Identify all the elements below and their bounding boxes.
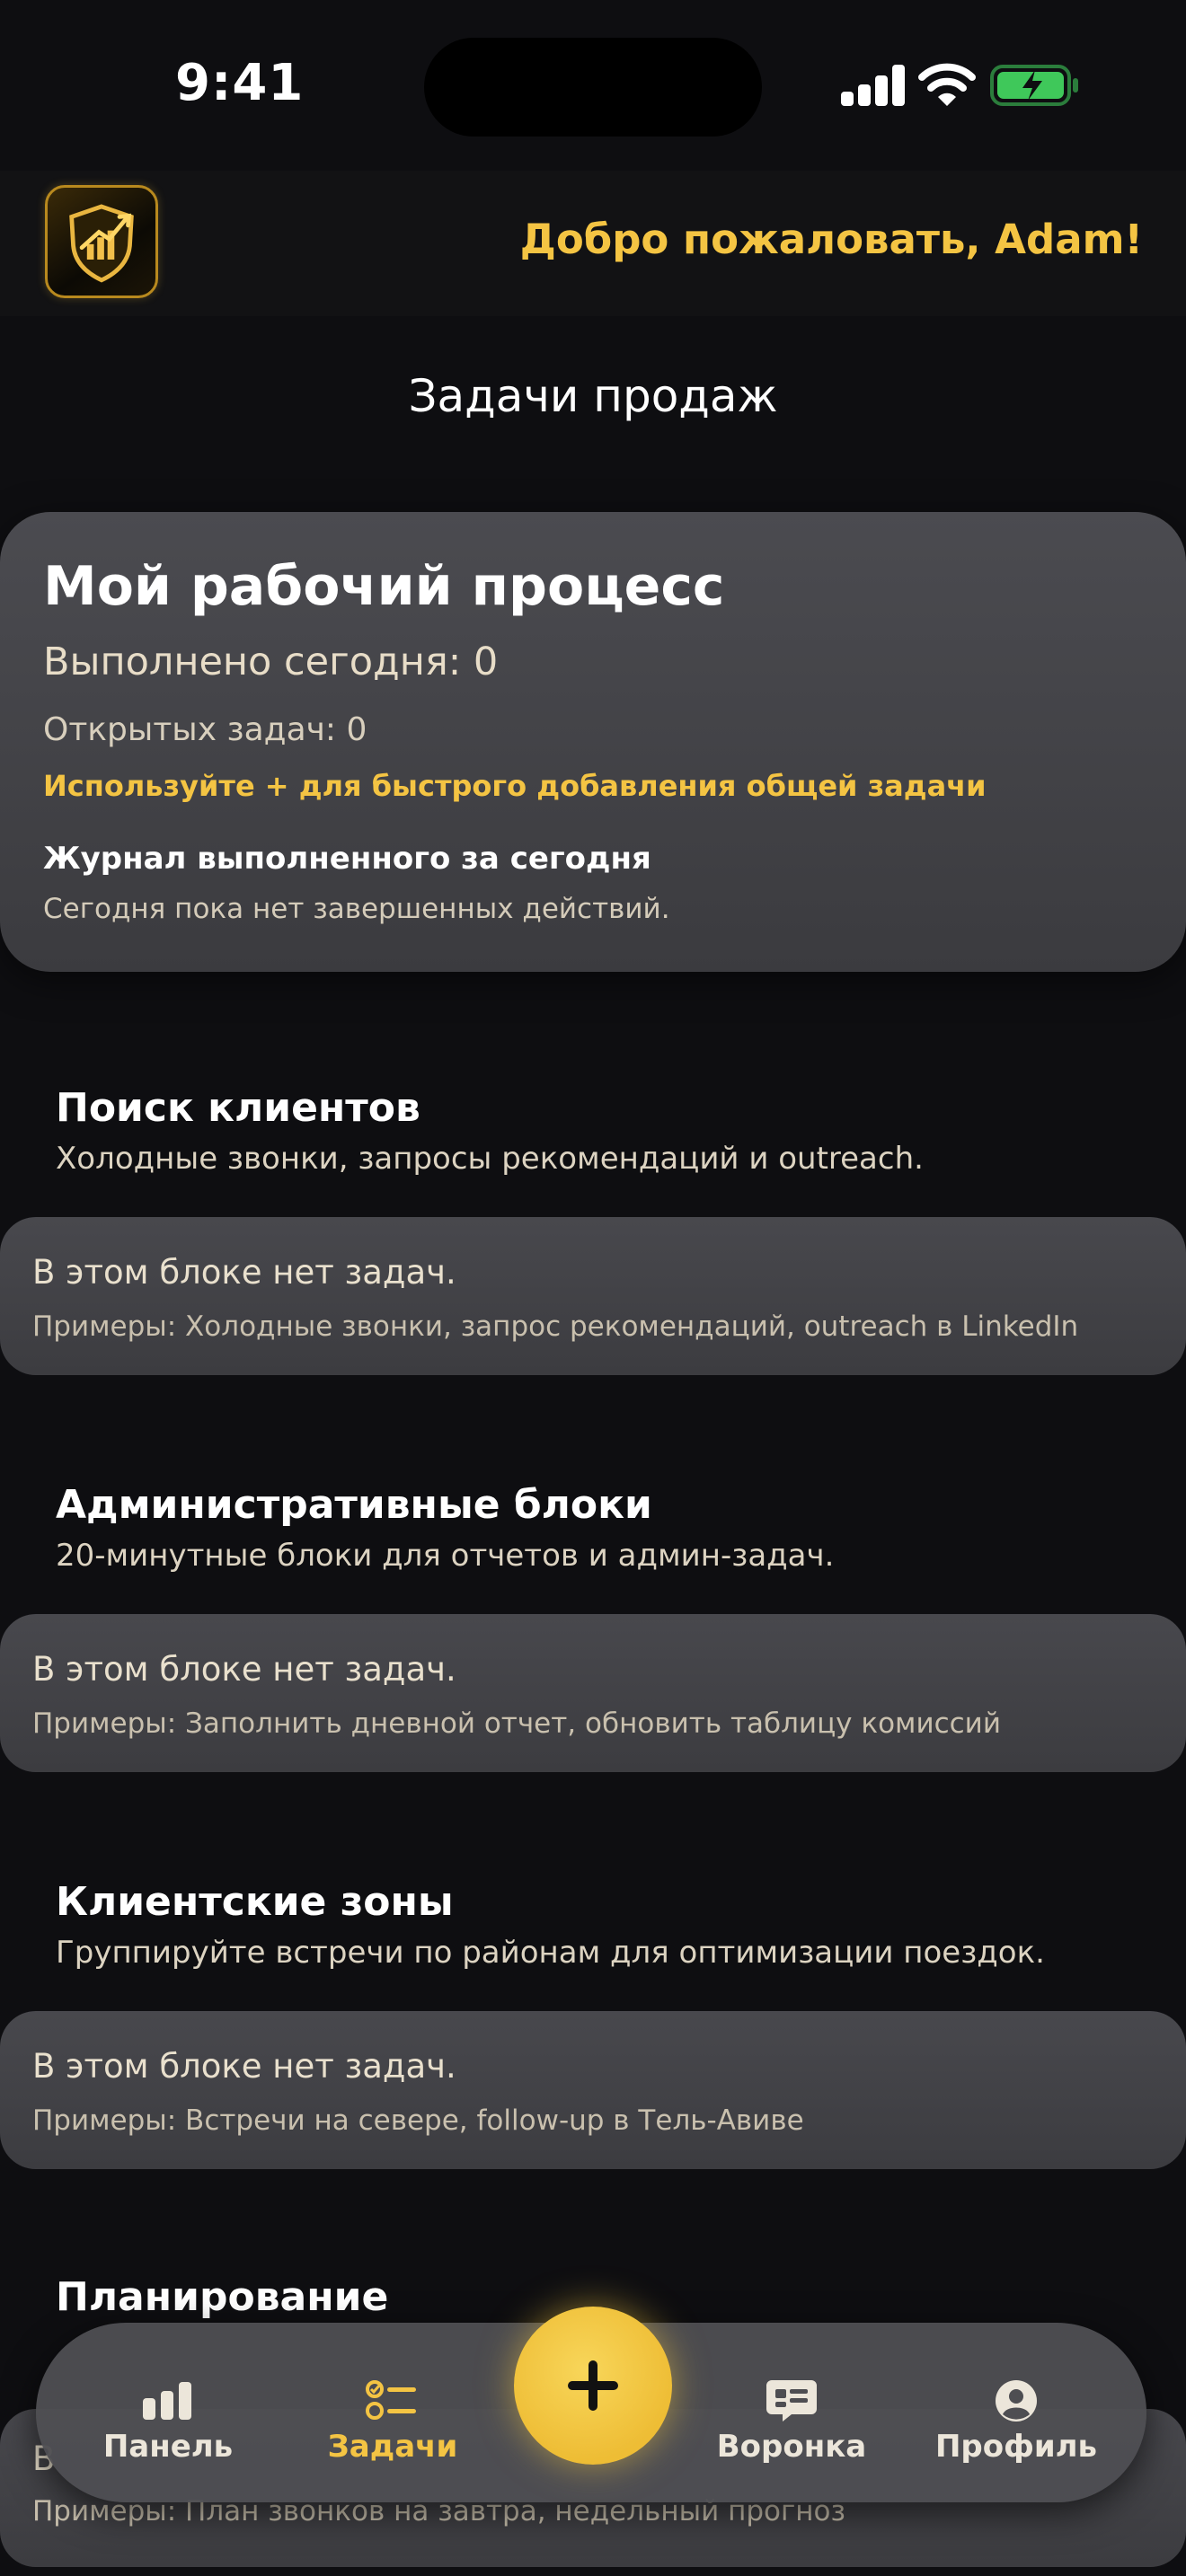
daily-log-empty: Сегодня пока нет завершенных действий.: [43, 893, 670, 925]
shield-growth-icon: [69, 204, 134, 283]
tab-label: Воронка: [716, 2429, 867, 2465]
workflow-card: Мой рабочий процесс Выполнено сегодня: 0…: [0, 512, 1186, 972]
section-description: 20-минутные блоки для отчетов и админ-за…: [56, 1538, 835, 1574]
app-header: Добро пожаловать, Adam!: [0, 171, 1186, 316]
add-task-button[interactable]: [514, 2307, 672, 2465]
empty-block-title: В этом блоке нет задач.: [32, 1650, 456, 1689]
app-screen: 9:41 Добро пожаловать, Adam! Задачи прод…: [0, 0, 1186, 2576]
workflow-title: Мой рабочий процесс: [43, 555, 725, 618]
empty-block-examples: Примеры: Холодные звонки, запрос рекомен…: [32, 1310, 1079, 1343]
empty-block-title: В этом блоке нет задач.: [32, 2047, 456, 2086]
section-description: Группируйте встречи по районам для оптим…: [56, 1935, 1045, 1971]
section-title-prospecting: Поиск клиентов: [56, 1085, 420, 1131]
empty-task-block[interactable]: В этом блоке нет задач. Примеры: Заполни…: [0, 1614, 1186, 1772]
chat-bubble-icon: [766, 2380, 817, 2422]
section-title-admin: Административные блоки: [56, 1482, 652, 1528]
cellular-signal-icon: [841, 65, 905, 106]
empty-block-title: В этом блоке нет задач.: [32, 1253, 456, 1292]
tab-dashboard[interactable]: Панель: [83, 2378, 253, 2479]
tab-profile[interactable]: Профиль: [931, 2378, 1102, 2479]
dynamic-island: [424, 38, 762, 137]
empty-block-examples: Примеры: Встречи на севере, follow-up в …: [32, 2104, 804, 2137]
tab-tasks[interactable]: Задачи: [307, 2378, 478, 2479]
open-tasks-count: Открытых задач: 0: [43, 711, 367, 748]
quick-add-hint: Используйте + для быстрого добавления об…: [43, 769, 987, 803]
done-today-count: Выполнено сегодня: 0: [43, 640, 499, 684]
tab-funnel[interactable]: Воронка: [706, 2378, 877, 2479]
tab-label: Профиль: [934, 2429, 1098, 2465]
bar-chart-icon: [143, 2382, 191, 2420]
empty-task-block[interactable]: В этом блоке нет задач. Примеры: Холодны…: [0, 1217, 1186, 1375]
empty-block-examples: Примеры: Заполнить дневной отчет, обнови…: [32, 1707, 1001, 1740]
task-list-icon: [366, 2380, 416, 2420]
section-title-client-zones: Клиентские зоны: [56, 1879, 454, 1925]
page-title: Задачи продаж: [408, 370, 778, 422]
section-description: Холодные звонки, запросы рекомендаций и …: [56, 1141, 924, 1177]
status-time: 9:41: [175, 54, 305, 112]
daily-log-title: Журнал выполненного за сегодня: [43, 841, 651, 877]
empty-task-block[interactable]: В этом блоке нет задач. Примеры: Встречи…: [0, 2011, 1186, 2169]
app-logo[interactable]: [45, 185, 158, 298]
wifi-icon: [918, 63, 976, 106]
tab-label: Задачи: [327, 2429, 458, 2465]
status-bar: 9:41: [0, 0, 1186, 171]
section-title-planning: Планирование: [56, 2274, 389, 2320]
battery-charging-icon: [990, 65, 1078, 106]
tab-label: Панель: [102, 2429, 234, 2465]
profile-icon: [996, 2380, 1037, 2422]
welcome-text: Добро пожаловать, Adam!: [519, 216, 1143, 263]
